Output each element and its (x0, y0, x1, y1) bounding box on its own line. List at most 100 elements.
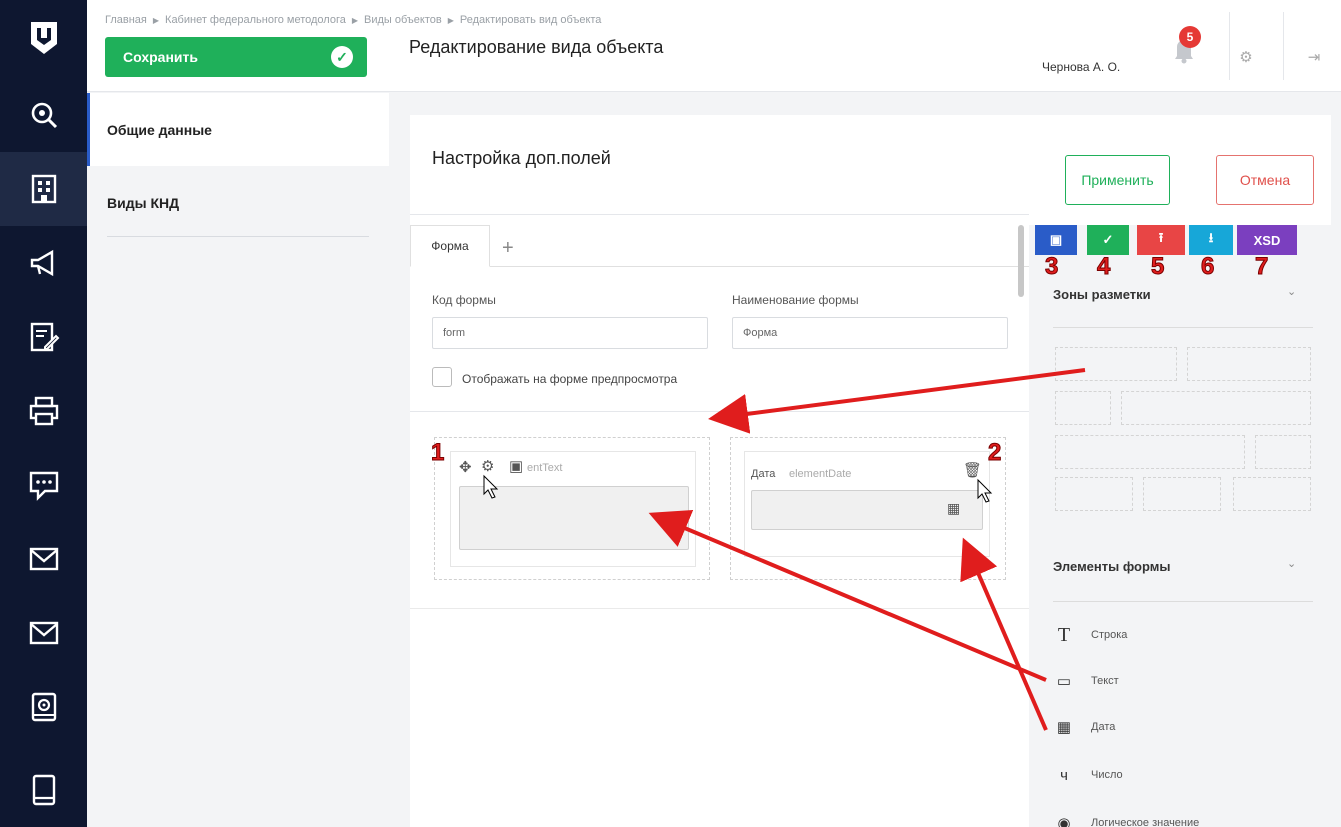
palette-item-label: Логическое значение (1091, 817, 1200, 827)
save-button[interactable]: Сохранить ✓ (105, 37, 367, 77)
palette-item-string[interactable]: T Строка (1053, 623, 1128, 647)
palette-sidebar: ▣ ✓ ⭱ ⭳ XSD 3 4 5 6 7 Зоны разметки ⌄ Эл… (1029, 225, 1341, 827)
printer-icon[interactable] (0, 374, 87, 448)
text-element-card[interactable]: ✥ ⚙ ▣ entText (450, 451, 696, 567)
logo-icon[interactable] (0, 0, 87, 78)
elements-section-title[interactable]: Элементы формы (1053, 559, 1170, 574)
panel-title: Настройка доп.полей (432, 148, 611, 168)
book-icon[interactable] (0, 753, 87, 827)
tab-form[interactable]: Форма (410, 225, 490, 267)
apply-button[interactable]: Применить (1065, 155, 1170, 205)
header-divider (1283, 12, 1284, 80)
palette-item-label: Число (1091, 769, 1123, 781)
breadcrumb-item[interactable]: Виды объектов (364, 14, 442, 26)
zone-template[interactable] (1055, 477, 1133, 511)
element-name: entText (527, 462, 563, 474)
settings-book-icon[interactable] (0, 670, 87, 744)
palette-item-date[interactable]: ▦ Дата (1053, 715, 1115, 739)
chevron-down-icon[interactable]: ⌄ (1287, 557, 1296, 570)
add-tab-icon[interactable]: + (502, 237, 514, 260)
annotation-number: 6 (1200, 253, 1215, 280)
trash-icon[interactable]: 🗑 (963, 461, 982, 479)
zone-template[interactable] (1055, 391, 1111, 425)
date-element-name: elementDate (789, 468, 852, 480)
form-code-label: Код формы (432, 293, 496, 307)
breadcrumb-separator-icon: ▶ (351, 16, 359, 25)
annotation-number: 4 (1096, 253, 1111, 280)
subnav-item-general[interactable]: Общие данные (87, 93, 389, 166)
notification-badge: 5 (1179, 26, 1201, 48)
form-code-input[interactable]: form (432, 317, 708, 349)
upload-button[interactable]: ⭱ (1137, 225, 1185, 255)
breadcrumb-item[interactable]: Кабинет федерального методолога (165, 14, 346, 26)
save-button-label: Сохранить (123, 49, 198, 65)
check-icon: ✓ (331, 46, 353, 68)
breadcrumb-separator-icon: ▶ (152, 16, 160, 25)
annotation-number: 7 (1254, 253, 1269, 280)
zone-template[interactable] (1143, 477, 1221, 511)
palette-item-label: Дата (1091, 721, 1116, 733)
comment-icon: ▭ (1056, 673, 1072, 690)
textarea-preview[interactable] (459, 486, 689, 550)
chat-icon[interactable] (0, 448, 87, 522)
save-element-icon[interactable]: ▣ (509, 457, 523, 475)
divider (107, 236, 369, 237)
user-name[interactable]: Чернова А. О. (1042, 60, 1120, 74)
download-button[interactable]: ⭳ (1189, 225, 1233, 255)
megaphone-icon[interactable] (0, 226, 87, 300)
mail-icon-2[interactable] (0, 596, 87, 670)
zones-section-title[interactable]: Зоны разметки (1053, 287, 1151, 302)
calendar-icon[interactable]: ▦ (947, 500, 960, 517)
palette-item-text[interactable]: ▭ Текст (1053, 669, 1119, 693)
icon-rail (0, 0, 87, 827)
header-divider (1229, 12, 1230, 80)
zone-template[interactable] (1055, 435, 1245, 469)
preview-checkbox-label: Отображать на форме предпросмотра (462, 372, 678, 386)
cancel-button[interactable]: Отмена (1216, 155, 1314, 205)
palette-item-label: Текст (1091, 675, 1119, 687)
annotation-number: 2 (987, 439, 1002, 466)
zone-template[interactable] (1255, 435, 1311, 469)
form-tabs: Форма + (410, 215, 1029, 267)
gear-icon[interactable]: ⚙ (1237, 48, 1255, 66)
form-name-input[interactable]: Форма (732, 317, 1008, 349)
palette-item-number[interactable]: ч Число (1053, 763, 1123, 787)
breadcrumb-item[interactable]: Главная (105, 14, 147, 26)
form-name-label: Наименование формы (732, 293, 859, 307)
zone-template[interactable] (1233, 477, 1311, 511)
preview-checkbox[interactable] (432, 367, 452, 387)
xsd-button[interactable]: XSD (1237, 225, 1297, 255)
move-icon[interactable]: ✥ (459, 458, 472, 476)
date-element-label: Дата (751, 468, 776, 480)
zone-template[interactable] (1121, 391, 1311, 425)
search-icon[interactable] (0, 78, 87, 152)
subnav-item-knd-types[interactable]: Виды КНД (87, 166, 389, 239)
chevron-down-icon[interactable]: ⌄ (1287, 285, 1296, 298)
building-icon[interactable] (0, 152, 87, 226)
settings-icon[interactable]: ⚙ (481, 457, 494, 475)
palette-item-label: Строка (1091, 629, 1128, 641)
annotation-number: 1 (430, 439, 445, 466)
edit-document-icon[interactable] (0, 300, 87, 374)
divider (1053, 327, 1313, 328)
radio-icon: ◉ (1057, 815, 1071, 827)
validate-button[interactable]: ✓ (1087, 225, 1129, 255)
page-title: Редактирование вида объекта (409, 37, 664, 57)
zone-template[interactable] (1187, 347, 1311, 381)
zone-template[interactable] (1055, 347, 1177, 381)
save-schema-button[interactable]: ▣ (1035, 225, 1077, 255)
number-icon: ч (1060, 766, 1068, 784)
mail-icon[interactable] (0, 522, 87, 596)
divider (410, 608, 1029, 609)
palette-item-boolean[interactable]: ◉ Логическое значение (1053, 811, 1199, 827)
date-element-card[interactable]: Дата elementDate 🗑 ▦ (744, 451, 990, 557)
breadcrumb-separator-icon: ▶ (447, 16, 454, 25)
check-icon: ✓ (1102, 232, 1114, 247)
scrollbar[interactable] (1018, 225, 1024, 297)
logout-icon[interactable]: ⇥ (1305, 48, 1323, 66)
download-icon: ⭳ (1208, 230, 1214, 245)
annotation-number: 5 (1150, 253, 1165, 280)
form-editor: Форма + Код формы form Наименование форм… (410, 214, 1029, 827)
breadcrumb-item: Редактировать вид объекта (459, 14, 602, 26)
subnav-item-label: Виды КНД (107, 194, 180, 211)
